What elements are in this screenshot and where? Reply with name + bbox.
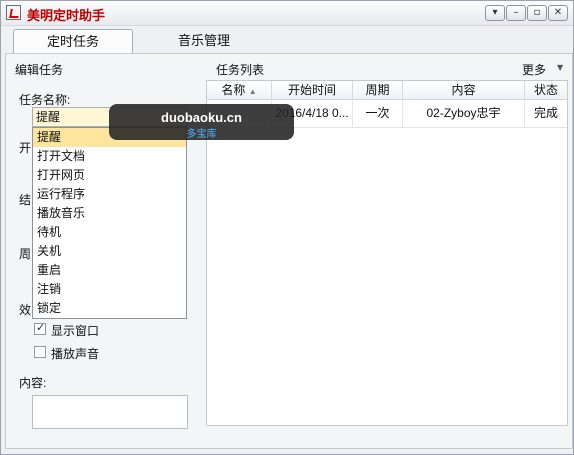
show-window-checkbox[interactable] xyxy=(34,321,46,335)
option-open-document[interactable]: 打开文档 xyxy=(33,147,186,166)
option-open-webpage[interactable]: 打开网页 xyxy=(33,166,186,185)
minimize-icon[interactable]: – xyxy=(506,5,526,21)
task-name-label: 任务名称: xyxy=(19,93,71,107)
column-name-label: 名称 xyxy=(221,83,246,97)
table-header: 名称 ▲ 开始时间 周期 内容 状态 xyxy=(207,81,567,100)
column-name[interactable]: 名称 ▲ xyxy=(207,81,272,99)
column-period[interactable]: 周期 xyxy=(353,81,403,99)
content-label: 内容: xyxy=(19,376,47,390)
maximize-icon[interactable]: ▫ xyxy=(527,5,547,21)
tab-music-management[interactable]: 音乐管理 xyxy=(159,29,249,53)
more-arrow-icon[interactable]: ▼ xyxy=(557,63,563,72)
column-content[interactable]: 内容 xyxy=(403,81,525,99)
start-label-partial: 开 xyxy=(19,141,32,155)
app-logo-icon xyxy=(6,5,21,20)
end-label-partial: 结 xyxy=(19,193,32,207)
app-window: 美明定时助手 ▾ – ▫ ✕ 定时任务 音乐管理 编辑任务 任务名称: 开 结 … xyxy=(0,0,574,455)
effect-label-partial: 效 xyxy=(19,303,32,317)
play-sound-label: 播放声音 xyxy=(51,347,100,361)
tab-scheduled-tasks[interactable]: 定时任务 xyxy=(13,29,133,54)
play-sound-checkbox[interactable] xyxy=(34,346,46,358)
close-icon[interactable]: ✕ xyxy=(548,5,568,21)
window-title: 美明定时助手 xyxy=(27,8,106,23)
cell-period: 一次 xyxy=(353,100,403,127)
task-type-dropdown: 提醒 打开文档 打开网页 运行程序 播放音乐 待机 关机 重启 注销 锁定 xyxy=(32,127,187,319)
option-run-program[interactable]: 运行程序 xyxy=(33,185,186,204)
option-shutdown[interactable]: 关机 xyxy=(33,242,186,261)
option-standby[interactable]: 待机 xyxy=(33,223,186,242)
more-menu[interactable]: 更多 xyxy=(522,61,546,78)
sort-up-icon: ▲ xyxy=(248,87,257,96)
watermark-overlay: duobaoku.cn 多宝库 xyxy=(109,104,294,140)
option-restart[interactable]: 重启 xyxy=(33,261,186,280)
option-logoff[interactable]: 注销 xyxy=(33,280,186,299)
watermark-brand: 多宝库 xyxy=(186,129,217,140)
show-window-label: 显示窗口 xyxy=(51,324,100,338)
option-lock[interactable]: 锁定 xyxy=(33,299,186,318)
cell-content: 02-Zyboy忠宇 xyxy=(403,100,525,127)
column-start-time[interactable]: 开始时间 xyxy=(272,81,353,99)
dropdown-menu-icon[interactable]: ▾ xyxy=(485,5,505,21)
task-list-title: 任务列表 xyxy=(216,63,265,77)
title-bar: 美明定时助手 ▾ – ▫ ✕ xyxy=(1,1,573,26)
column-status[interactable]: 状态 xyxy=(525,81,567,99)
watermark-site: duobaoku.cn xyxy=(161,110,242,125)
period-label-partial: 周 xyxy=(19,247,32,261)
edit-task-title: 编辑任务 xyxy=(15,63,64,77)
content-textarea[interactable] xyxy=(32,395,188,429)
cell-status: 完成 xyxy=(533,106,558,120)
option-play-music[interactable]: 播放音乐 xyxy=(33,204,186,223)
